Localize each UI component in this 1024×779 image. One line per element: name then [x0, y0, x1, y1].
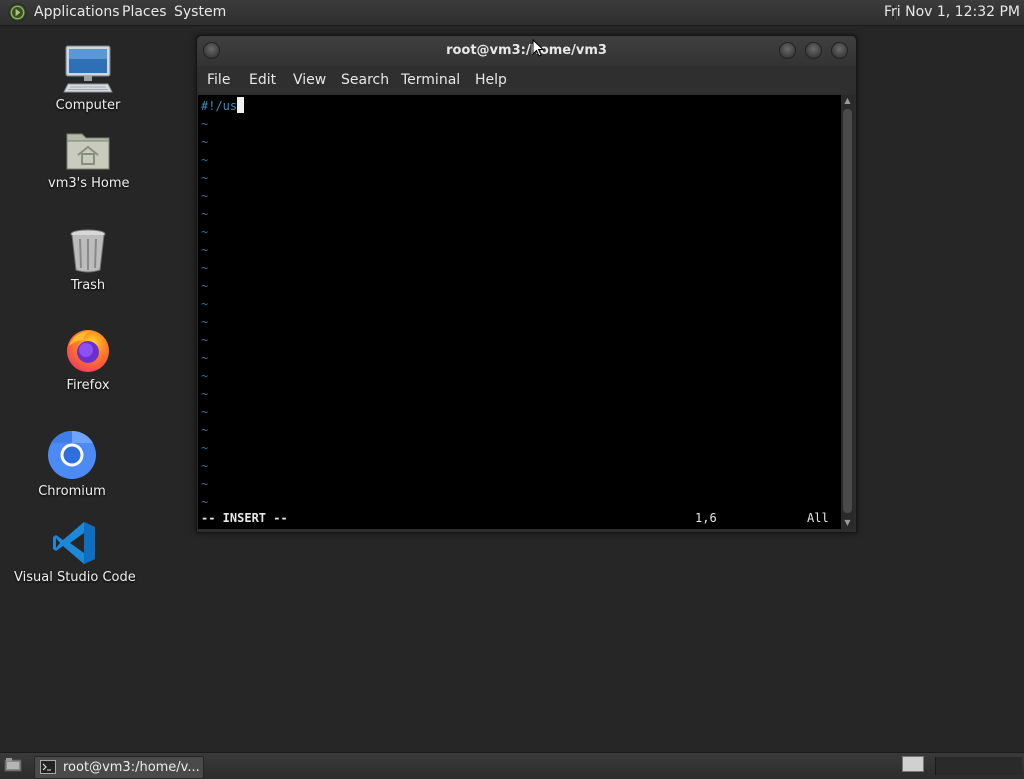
menu-applications[interactable]: Applications: [34, 0, 120, 25]
desktop-icon-chromium[interactable]: Chromium: [32, 430, 112, 499]
menu-terminal[interactable]: Terminal: [401, 66, 460, 94]
menu-view[interactable]: View: [293, 66, 326, 94]
empty-line-marker: ~: [201, 387, 209, 401]
scroll-indicator: All: [807, 511, 829, 525]
cursor-position: 1,6: [695, 511, 717, 525]
desktop-icon-label: Trash: [70, 278, 106, 293]
taskbar-button-label: root@vm3:/home/v...: [63, 760, 200, 775]
menu-edit[interactable]: Edit: [249, 66, 276, 94]
desktop-icon-vscode[interactable]: Visual Studio Code: [14, 520, 136, 585]
applications-logo-icon[interactable]: [8, 3, 27, 22]
chromium-icon: [48, 430, 96, 479]
desktop-icon-label: Chromium: [38, 484, 106, 499]
empty-line-marker: ~: [201, 225, 209, 239]
bottom-panel: root@vm3:/home/v...: [0, 752, 1024, 779]
empty-line-marker: ~: [201, 351, 209, 365]
minimize-button[interactable]: [779, 42, 796, 59]
menu-help[interactable]: Help: [475, 66, 507, 94]
menu-places[interactable]: Places: [122, 0, 167, 25]
empty-line-marker: ~: [201, 315, 209, 329]
desktop-icon-trash[interactable]: Trash: [48, 228, 128, 293]
firefox-icon: [67, 330, 109, 372]
window-title: root@vm3:/home/vm3: [446, 43, 607, 58]
terminal-scrollbar[interactable]: ▲ ▼: [841, 95, 854, 529]
empty-line-marker: ~: [201, 189, 209, 203]
show-desktop-icon[interactable]: [4, 757, 22, 773]
empty-line-marker: ~: [201, 297, 209, 311]
editor-line-text: #!/us: [201, 99, 238, 113]
scroll-down-icon[interactable]: ▼: [841, 517, 854, 529]
empty-line-marker: ~: [201, 423, 209, 437]
mouse-pointer-icon: [532, 39, 544, 57]
top-panel: Applications Places System Fri Nov 1, 12…: [0, 0, 1024, 26]
desktop-icon-label: Computer: [55, 98, 121, 113]
home-folder-icon: [66, 133, 110, 170]
computer-icon: [63, 45, 113, 93]
empty-line-marker: ~: [201, 261, 209, 275]
vscode-icon: [53, 522, 95, 564]
vim-mode-indicator: -- INSERT --: [201, 511, 288, 525]
empty-line-marker: ~: [201, 171, 209, 185]
desktop-icon-label: Firefox: [66, 378, 110, 393]
empty-line-marker: ~: [201, 405, 209, 419]
scrollbar-thumb[interactable]: [843, 109, 852, 513]
empty-line-marker: ~: [201, 495, 209, 509]
terminal-text-area[interactable]: #!/us ~ ~ ~ ~ ~ ~ ~ ~ ~ ~ ~ ~ ~ ~ ~ ~ ~ ~ ~ ~ ~ ~ -- INSERT -…: [198, 95, 841, 529]
empty-line-marker: ~: [201, 441, 209, 455]
terminal-titlebar[interactable]: root@vm3:/home/vm3: [197, 36, 856, 66]
empty-line-marker: ~: [201, 207, 209, 221]
maximize-button[interactable]: [805, 42, 822, 59]
workspace-switcher-1[interactable]: [902, 756, 924, 772]
terminal-icon: [40, 760, 56, 774]
empty-line-marker: ~: [201, 459, 209, 473]
editor-line-1: #!/us: [201, 97, 245, 115]
trash-icon: [70, 229, 106, 273]
menu-file[interactable]: File: [207, 66, 230, 94]
empty-line-marker: ~: [201, 333, 209, 347]
empty-line-marker: ~: [201, 117, 209, 131]
empty-line-marker: ~: [201, 243, 209, 257]
empty-line-marker: ~: [201, 477, 209, 491]
desktop-icon-home[interactable]: vm3's Home: [48, 128, 130, 191]
empty-line-marker: ~: [201, 153, 209, 167]
empty-line-marker: ~: [201, 369, 209, 383]
desktop-icon-computer[interactable]: Computer: [48, 44, 128, 113]
desktop-icon-firefox[interactable]: Firefox: [48, 326, 128, 393]
text-cursor: [237, 97, 245, 113]
desktop-icon-label: vm3's Home: [48, 176, 130, 191]
clock[interactable]: Fri Nov 1, 12:32 PM: [884, 0, 1020, 25]
terminal-menubar: File Edit View Search Terminal Help: [197, 66, 856, 94]
menu-search[interactable]: Search: [341, 66, 389, 94]
empty-line-marker: ~: [201, 279, 209, 293]
desktop-icon-label: Visual Studio Code: [14, 570, 136, 585]
terminal-window[interactable]: root@vm3:/home/vm3 File Edit View Search…: [196, 35, 857, 533]
taskbar-terminal-button[interactable]: root@vm3:/home/v...: [34, 756, 204, 779]
close-button[interactable]: [831, 42, 848, 59]
menu-system[interactable]: System: [174, 0, 226, 25]
workspace-switcher-2[interactable]: [935, 757, 1022, 775]
scroll-up-icon[interactable]: ▲: [841, 95, 854, 107]
empty-line-marker: ~: [201, 135, 209, 149]
